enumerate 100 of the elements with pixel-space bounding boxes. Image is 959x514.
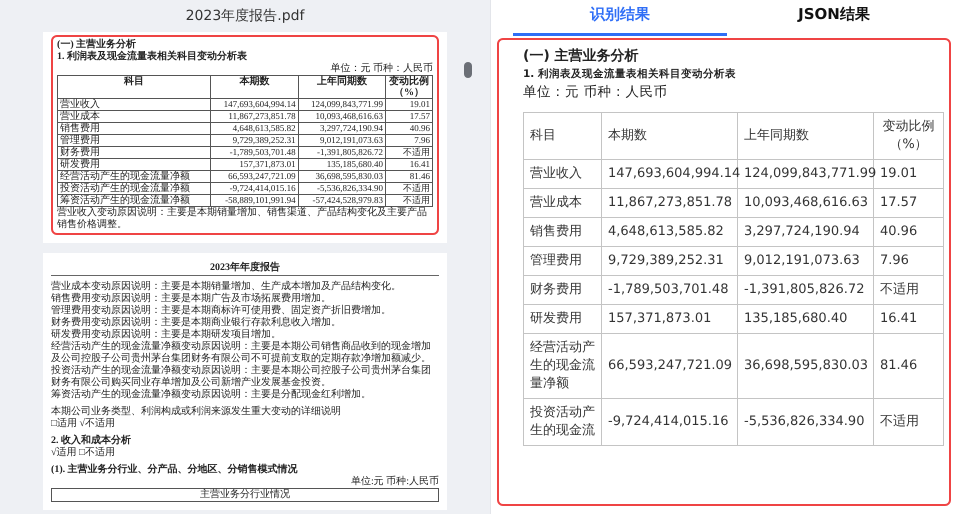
paragraph: 营业成本变动原因说明：主要是本期销量增加、生产成本增加及产品结构变化。 — [51, 281, 402, 292]
table-cell: 135,185,680.40 — [298, 158, 386, 170]
scrollbar-thumb[interactable] — [464, 62, 472, 78]
table-cell: 4,648,613,585.82 — [210, 122, 298, 134]
running-header: 2023年年度报告 — [51, 262, 439, 276]
column-header: 上年同期数 — [738, 112, 874, 160]
table-cell: 不适用 — [386, 146, 432, 158]
table-cell: 营业成本 — [58, 110, 211, 122]
table-cell: 投资活动产生的现金流量净额 — [58, 182, 211, 194]
paragraph: 投资活动产生的现金流量净额变动原因说明：主要是本期公司控股子公司贵州茅台集团财务有限公司购买同业存单增加及公司新增产业发展基金投资。 — [51, 365, 432, 388]
table-cell: 经营活动产生的现金流量净额 — [524, 334, 602, 398]
table-cell: 7.96 — [874, 246, 944, 276]
table-title: 1. 利润表及现金流量表相关科目变动分析表 — [523, 66, 737, 82]
table-cell: 40.96 — [874, 218, 944, 246]
table-cell: 16.41 — [386, 158, 432, 170]
table-cell: 财务费用 — [58, 146, 211, 158]
table-cell: 124,099,843,771.99 — [298, 98, 386, 110]
table-cell: 研发费用 — [524, 304, 602, 334]
column-header: 本期数 — [210, 76, 298, 98]
table-cell: 66,593,247,721.09 — [602, 334, 738, 398]
table-cell: 135,185,680.40 — [738, 304, 874, 334]
table-cell: -5,536,826,334.90 — [298, 182, 386, 194]
table-cell: 11,867,273,851.78 — [210, 110, 298, 122]
table-cell: 9,012,191,073.63 — [298, 134, 386, 146]
table-cell: 不适用 — [874, 276, 944, 304]
table-cell: 10,093,468,616.63 — [298, 110, 386, 122]
table-cell: -57,424,528,979.83 — [298, 194, 386, 206]
option-text: √适用 □不适用 — [51, 447, 116, 459]
paragraph: 管理费用变动原因说明：主要是本期商标许可使用费、固定资产折旧费增加。 — [51, 305, 392, 316]
column-header: 科目 — [524, 112, 602, 160]
table-cell: 营业收入 — [524, 160, 602, 188]
section-heading: (一) 主营业务分析 — [523, 46, 640, 66]
table-cell: 16.41 — [874, 304, 944, 334]
option-text: □适用 √不适用 — [51, 418, 116, 430]
paragraph: 经营活动产生的现金流量净额变动原因说明：主要是本期公司销售商品收到的现金增加及公司控股子公司贵州茅台集团财务有限公司不可提前支取的定期存款净增加额减少。 — [51, 341, 432, 364]
table-cell: 4,648,613,585.82 — [602, 218, 738, 246]
section-heading: 2. 收入和成本分析 — [51, 435, 132, 446]
column-header: 变动比例（%） — [874, 112, 944, 160]
table-cell: 销售费用 — [58, 122, 211, 134]
tab[interactable]: JSON结果 — [727, 0, 941, 36]
table-cell: -1,391,805,826.72 — [298, 146, 386, 158]
table-cell: 81.46 — [386, 170, 432, 182]
table-cell: 157,371,873.01 — [210, 158, 298, 170]
table-cell: 9,729,389,252.31 — [210, 134, 298, 146]
tab[interactable]: 识别结果 — [513, 0, 727, 36]
paragraph: 本期公司业务类型、利润构成或利润来源发生重大变动的详细说明 — [51, 406, 342, 418]
table-cell: 36,698,595,830.03 — [298, 170, 386, 182]
table-cell: 147,693,604,994.14 — [210, 98, 298, 110]
table-cell: 管理费用 — [58, 134, 211, 146]
section-heading: (一) 主营业务分析 — [57, 39, 138, 50]
table-cell: 19.01 — [386, 98, 432, 110]
table-cell: -1,391,805,826.72 — [738, 276, 874, 304]
unit-text: 单位:元 币种:人民币 — [350, 476, 439, 488]
table-cell: 157,371,873.01 — [602, 304, 738, 334]
paragraph: 研发费用变动原因说明：主要是本期研发项目增加。 — [51, 329, 282, 340]
table-cell: 66,593,247,721.09 — [210, 170, 298, 182]
column-header: 科目 — [58, 76, 211, 98]
note-text: 营业收入变动原因说明：主要是本期销量增加、销售渠道、产品结构变化及主要产品销售价格调整。 — [57, 207, 428, 231]
table-cell: 17.57 — [386, 110, 432, 122]
table-cell: -58,889,101,991.94 — [210, 194, 298, 206]
file-title: 2023年度报告.pdf — [184, 7, 306, 26]
table-cell: -5,536,826,334.90 — [738, 398, 874, 446]
paragraph: 财务费用变动原因说明：主要是本期商业银行存款利息收入增加。 — [51, 317, 342, 328]
table-cell: 营业收入 — [58, 98, 211, 110]
table-cell: 3,297,724,190.94 — [298, 122, 386, 134]
table-cell: 经营活动产生的现金流量净额 — [58, 170, 211, 182]
table-cell: 9,012,191,073.63 — [738, 246, 874, 276]
table-cell: 40.96 — [386, 122, 432, 134]
table-cell: 销售费用 — [524, 218, 602, 246]
table-cell: 3,297,724,190.94 — [738, 218, 874, 246]
table-title: 1. 利润表及现金流量表相关科目变动分析表 — [57, 51, 248, 63]
section-heading: (1). 主营业务分行业、分产品、分地区、分销售模式情况 — [51, 464, 299, 476]
table-cell: 7.96 — [386, 134, 432, 146]
table-cell: 财务费用 — [524, 276, 602, 304]
table-cell: 9,729,389,252.31 — [602, 246, 738, 276]
table-cell: -1,789,503,701.48 — [210, 146, 298, 158]
column-header: 变动比例（%） — [386, 76, 432, 98]
table-cell: 营业成本 — [524, 188, 602, 218]
table-cell: 10,093,468,616.63 — [738, 188, 874, 218]
table-cell: 不适用 — [386, 194, 432, 206]
unit-text: 单位：元 币种：人民币 — [330, 63, 433, 75]
table-cell: -9,724,414,015.16 — [602, 398, 738, 446]
table-cell: 研发费用 — [58, 158, 211, 170]
table-caption: 主营业务分行业情况 — [51, 488, 439, 502]
column-header: 本期数 — [602, 112, 738, 160]
table-cell: 筹资活动产生的现金流量净额 — [58, 194, 211, 206]
table-cell: 管理费用 — [524, 246, 602, 276]
table-cell: 投资活动产生的现金流 — [524, 398, 602, 446]
table-cell: 17.57 — [874, 188, 944, 218]
table-cell: 147,693,604,994.14 — [602, 160, 738, 188]
table-cell: -1,789,503,701.48 — [602, 276, 738, 304]
unit-text: 单位：元 币种：人民币 — [523, 83, 668, 102]
paragraph: 销售费用变动原因说明：主要是本期广告及市场拓展费用增加。 — [51, 293, 332, 304]
table-cell: 11,867,273,851.78 — [602, 188, 738, 218]
column-header: 上年同期数 — [298, 76, 386, 98]
table-cell: -9,724,414,015.16 — [210, 182, 298, 194]
paragraph: 筹资活动产生的现金流量净额变动原因说明：主要是分配现金红利增加。 — [51, 389, 372, 401]
table-cell: 36,698,595,830.03 — [738, 334, 874, 398]
table-cell: 不适用 — [874, 398, 944, 446]
table-cell: 81.46 — [874, 334, 944, 398]
